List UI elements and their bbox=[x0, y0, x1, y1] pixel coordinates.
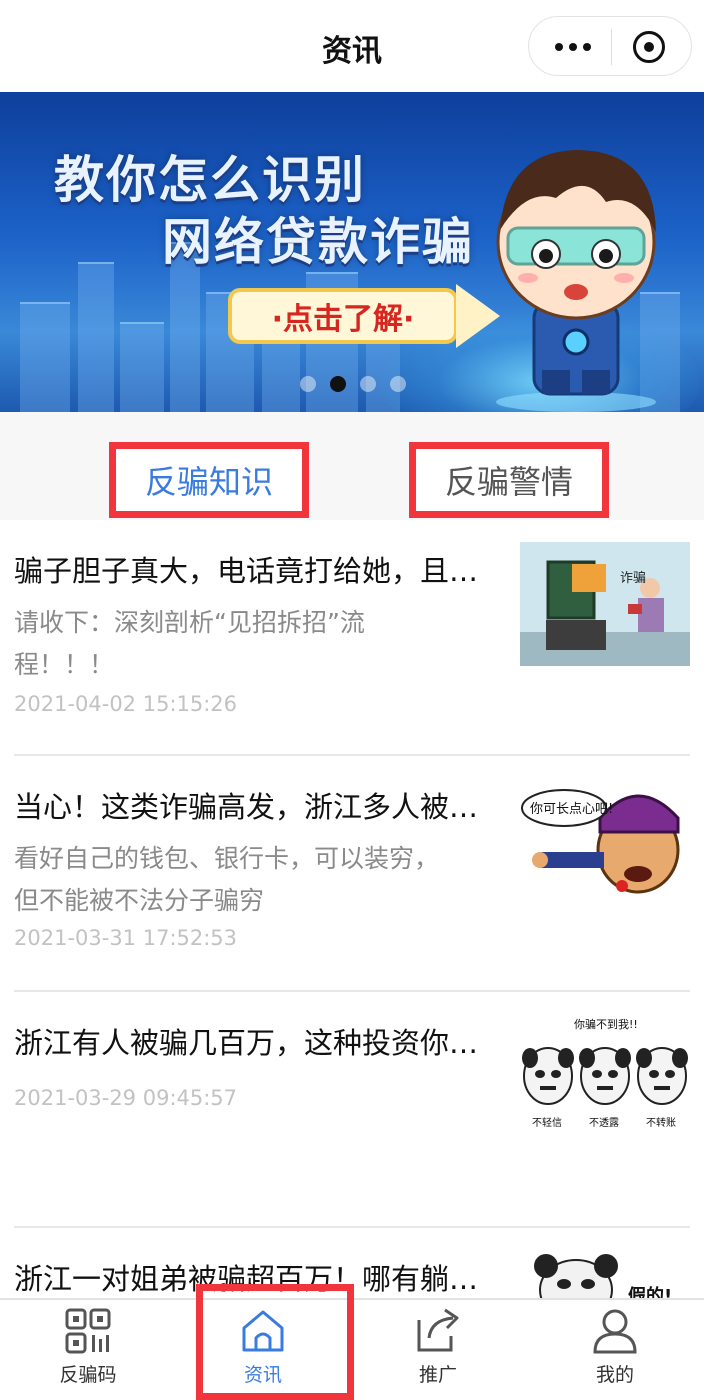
share-icon bbox=[417, 1308, 459, 1352]
news-thumbnail: 诈骗 bbox=[520, 542, 690, 666]
thumbnail-caption: 假的! bbox=[628, 1285, 672, 1298]
capsule-divider bbox=[611, 29, 612, 65]
news-date: 2021-03-29 09:45:57 bbox=[14, 1086, 238, 1110]
news-item[interactable]: 骗子胆子真大，电话竟打给她，且… 请收下：深刻剖析“见招拆招”流程！！！ 202… bbox=[14, 520, 690, 756]
news-title: 当心！这类诈骗高发，浙江多人被… bbox=[14, 790, 479, 824]
tab-anti-fraud-alerts[interactable]: 反骗警情 bbox=[409, 442, 609, 518]
news-title: 浙江有人被骗几百万，这种投资你… bbox=[14, 1026, 479, 1060]
carousel-dot[interactable] bbox=[360, 376, 376, 392]
banner-title-line2: 网络贷款诈骗 bbox=[162, 213, 474, 271]
thumbnail-caption-1: 不轻信 bbox=[532, 1116, 562, 1129]
news-list: 骗子胆子真大，电话竟打给她，且… 请收下：深刻剖析“见招拆招”流程！！！ 202… bbox=[0, 520, 704, 1298]
miniprogram-capsule bbox=[528, 16, 692, 76]
tabbar-label: 反骗码 bbox=[59, 1364, 117, 1386]
banner-carousel[interactable]: 教你怎么识别 网络贷款诈骗 ·点击了解· bbox=[0, 92, 704, 412]
banner-cta-button[interactable]: ·点击了解· bbox=[228, 288, 458, 344]
news-thumbnail: 你可长点心吧! bbox=[520, 778, 690, 902]
thumbnail-caption: 你可长点心吧! bbox=[530, 802, 613, 817]
tabbar-label: 推广 bbox=[418, 1364, 457, 1386]
user-icon bbox=[593, 1309, 637, 1354]
news-date: 2021-03-31 17:52:53 bbox=[14, 926, 238, 950]
tabbar-item-promote[interactable]: 推广 bbox=[363, 1300, 513, 1400]
thumbnail-caption: 诈骗 bbox=[620, 571, 646, 586]
tab-anti-fraud-knowledge[interactable]: 反骗知识 bbox=[109, 442, 309, 518]
carousel-dot-active[interactable] bbox=[330, 376, 346, 392]
tabbar-label: 我的 bbox=[595, 1364, 634, 1386]
news-summary: 请收下：深刻剖析“见招拆招”流程！！！ bbox=[14, 608, 365, 679]
thumbnail-caption: 你骗不到我!! bbox=[574, 1017, 638, 1031]
category-tabs: 反骗知识 反骗警情 bbox=[0, 412, 704, 520]
news-item[interactable]: 浙江有人被骗几百万，这种投资你… 2021-03-29 09:45:57 你骗不… bbox=[14, 992, 690, 1228]
thumbnail-caption-3: 不转账 bbox=[646, 1116, 676, 1129]
news-thumbnail: 你骗不到我!! 不轻信 不透露 不转账 bbox=[520, 1014, 690, 1138]
qr-code-icon bbox=[65, 1308, 111, 1354]
tabbar-item-anti-fraud-code[interactable]: 反骗码 bbox=[13, 1300, 163, 1400]
thumbnail-caption-2: 不透露 bbox=[589, 1117, 619, 1129]
news-summary: 看好自己的钱包、银行卡，可以装穷，但不能被不法分子骗穷 bbox=[14, 844, 440, 915]
more-dots-icon[interactable] bbox=[543, 27, 603, 67]
nav-bar: 资讯 bbox=[0, 0, 704, 92]
news-thumbnail: 假的! bbox=[520, 1250, 690, 1298]
carousel-indicator bbox=[300, 376, 406, 392]
news-item[interactable]: 当心！这类诈骗高发，浙江多人被… 看好自己的钱包、银行卡，可以装穷，但不能被不法… bbox=[14, 756, 690, 992]
active-tab-highlight-box bbox=[196, 1284, 354, 1400]
miniprogram-close-icon[interactable] bbox=[633, 31, 665, 63]
carousel-dot[interactable] bbox=[390, 376, 406, 392]
news-title: 骗子胆子真大，电话竟打给她，且… bbox=[14, 554, 479, 588]
news-date: 2021-04-02 15:15:26 bbox=[14, 692, 238, 716]
tabbar-item-mine[interactable]: 我的 bbox=[540, 1300, 690, 1400]
carousel-dot[interactable] bbox=[300, 376, 316, 392]
mascot-illustration bbox=[496, 150, 656, 412]
